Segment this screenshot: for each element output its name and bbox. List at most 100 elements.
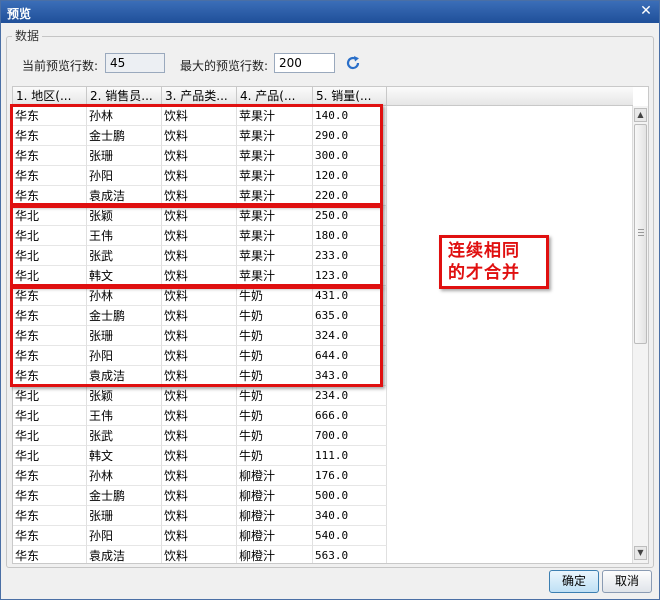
table-row[interactable]: 华东 张珊 饮料 牛奶 324.0	[13, 326, 387, 346]
table-cell: 饮料	[162, 166, 237, 186]
table-cell: 金士鹏	[87, 306, 162, 326]
table-cell: 牛奶	[237, 366, 313, 386]
table-cell: 华东	[13, 146, 87, 166]
table-row[interactable]: 华东 袁成洁 饮料 苹果汁 220.0	[13, 186, 387, 206]
table-row[interactable]: 华北 王伟 饮料 牛奶 666.0	[13, 406, 387, 426]
table-cell: 华东	[13, 546, 87, 563]
table-cell: 牛奶	[237, 426, 313, 446]
table-cell: 220.0	[313, 186, 387, 206]
scroll-thumb[interactable]	[634, 124, 647, 344]
table-cell: 苹果汁	[237, 106, 313, 126]
table-row[interactable]: 华北 韩文 饮料 牛奶 111.0	[13, 446, 387, 466]
table-row[interactable]: 华东 孙林 饮料 牛奶 431.0	[13, 286, 387, 306]
current-rows-field: 45	[105, 53, 165, 73]
table-cell: 张颖	[87, 386, 162, 406]
table-cell: 金士鹏	[87, 126, 162, 146]
table-cell: 华北	[13, 266, 87, 286]
scroll-down-icon[interactable]: ▼	[634, 546, 647, 560]
table-cell: 王伟	[87, 406, 162, 426]
table-cell: 华东	[13, 186, 87, 206]
table-row[interactable]: 华东 孙林 饮料 苹果汁 140.0	[13, 106, 387, 126]
refresh-icon[interactable]	[345, 55, 361, 71]
current-rows-label: 当前预览行数:	[22, 59, 99, 73]
table-cell: 张珊	[87, 146, 162, 166]
table-cell: 563.0	[313, 546, 387, 563]
table-cell: 123.0	[313, 266, 387, 286]
table-row[interactable]: 华东 金士鹏 饮料 柳橙汁 500.0	[13, 486, 387, 506]
table-cell: 华东	[13, 166, 87, 186]
table-cell: 华东	[13, 366, 87, 386]
table-cell: 饮料	[162, 406, 237, 426]
table-cell: 华北	[13, 406, 87, 426]
table-cell: 111.0	[313, 446, 387, 466]
table-cell: 华东	[13, 126, 87, 146]
table-cell: 饮料	[162, 266, 237, 286]
table-cell: 饮料	[162, 506, 237, 526]
table-cell: 柳橙汁	[237, 466, 313, 486]
table-cell: 华东	[13, 346, 87, 366]
table-cell: 华东	[13, 326, 87, 346]
table-cell: 牛奶	[237, 306, 313, 326]
table-cell: 张珊	[87, 326, 162, 346]
table-cell: 饮料	[162, 326, 237, 346]
table-cell: 华东	[13, 466, 87, 486]
table-cell: 饮料	[162, 246, 237, 266]
column-header-sales[interactable]: 5. 销量(...	[313, 87, 387, 105]
table-cell: 苹果汁	[237, 126, 313, 146]
cancel-button[interactable]: 取消	[602, 570, 652, 593]
table-row[interactable]: 华北 韩文 饮料 苹果汁 123.0	[13, 266, 387, 286]
table-cell: 苹果汁	[237, 266, 313, 286]
dialog-title: 预览	[7, 7, 32, 21]
table-row[interactable]: 华东 孙林 饮料 柳橙汁 176.0	[13, 466, 387, 486]
table-row[interactable]: 华北 张颖 饮料 苹果汁 250.0	[13, 206, 387, 226]
close-icon[interactable]: ✕	[639, 4, 653, 18]
table-cell: 袁成洁	[87, 186, 162, 206]
table-cell: 饮料	[162, 146, 237, 166]
max-rows-input[interactable]: 200	[274, 53, 335, 73]
table-cell: 666.0	[313, 406, 387, 426]
table-cell: 华东	[13, 306, 87, 326]
table-cell: 饮料	[162, 306, 237, 326]
scroll-up-icon[interactable]: ▲	[634, 108, 647, 122]
table-cell: 孙阳	[87, 526, 162, 546]
table-cell: 牛奶	[237, 326, 313, 346]
table-cell: 华北	[13, 386, 87, 406]
table-row[interactable]: 华东 金士鹏 饮料 牛奶 635.0	[13, 306, 387, 326]
column-header-salesperson[interactable]: 2. 销售员...	[87, 87, 162, 105]
table-cell: 233.0	[313, 246, 387, 266]
table-cell: 华北	[13, 226, 87, 246]
table-row[interactable]: 华东 金士鹏 饮料 苹果汁 290.0	[13, 126, 387, 146]
column-header-category[interactable]: 3. 产品类...	[162, 87, 237, 105]
table-cell: 431.0	[313, 286, 387, 306]
table-cell: 韩文	[87, 266, 162, 286]
column-header-product[interactable]: 4. 产品(...	[237, 87, 313, 105]
table-cell: 金士鹏	[87, 486, 162, 506]
table-cell: 234.0	[313, 386, 387, 406]
table-cell: 250.0	[313, 206, 387, 226]
annotation-note: 连续相同 的才合并	[439, 235, 549, 289]
table-row[interactable]: 华北 张武 饮料 苹果汁 233.0	[13, 246, 387, 266]
table-row[interactable]: 华东 孙阳 饮料 牛奶 644.0	[13, 346, 387, 366]
table-row[interactable]: 华东 张珊 饮料 苹果汁 300.0	[13, 146, 387, 166]
column-header-region[interactable]: 1. 地区(...	[13, 87, 87, 105]
table-row[interactable]: 华东 袁成洁 饮料 柳橙汁 563.0	[13, 546, 387, 563]
table-cell: 华东	[13, 106, 87, 126]
table-row[interactable]: 华北 张颖 饮料 牛奶 234.0	[13, 386, 387, 406]
table-cell: 孙林	[87, 286, 162, 306]
table-row[interactable]: 华东 袁成洁 饮料 牛奶 343.0	[13, 366, 387, 386]
table-cell: 牛奶	[237, 286, 313, 306]
table-cell: 饮料	[162, 426, 237, 446]
table-row[interactable]: 华东 张珊 饮料 柳橙汁 340.0	[13, 506, 387, 526]
table-cell: 644.0	[313, 346, 387, 366]
table-row[interactable]: 华北 张武 饮料 牛奶 700.0	[13, 426, 387, 446]
table-row[interactable]: 华北 王伟 饮料 苹果汁 180.0	[13, 226, 387, 246]
table-cell: 290.0	[313, 126, 387, 146]
table-row[interactable]: 华东 孙阳 饮料 柳橙汁 540.0	[13, 526, 387, 546]
table-row[interactable]: 华东 孙阳 饮料 苹果汁 120.0	[13, 166, 387, 186]
table-cell: 华北	[13, 446, 87, 466]
ok-button[interactable]: 确定	[549, 570, 599, 593]
vertical-scrollbar[interactable]: ▲ ▼	[632, 106, 648, 563]
table-cell: 柳橙汁	[237, 506, 313, 526]
table-cell: 张武	[87, 426, 162, 446]
table-cell: 苹果汁	[237, 226, 313, 246]
